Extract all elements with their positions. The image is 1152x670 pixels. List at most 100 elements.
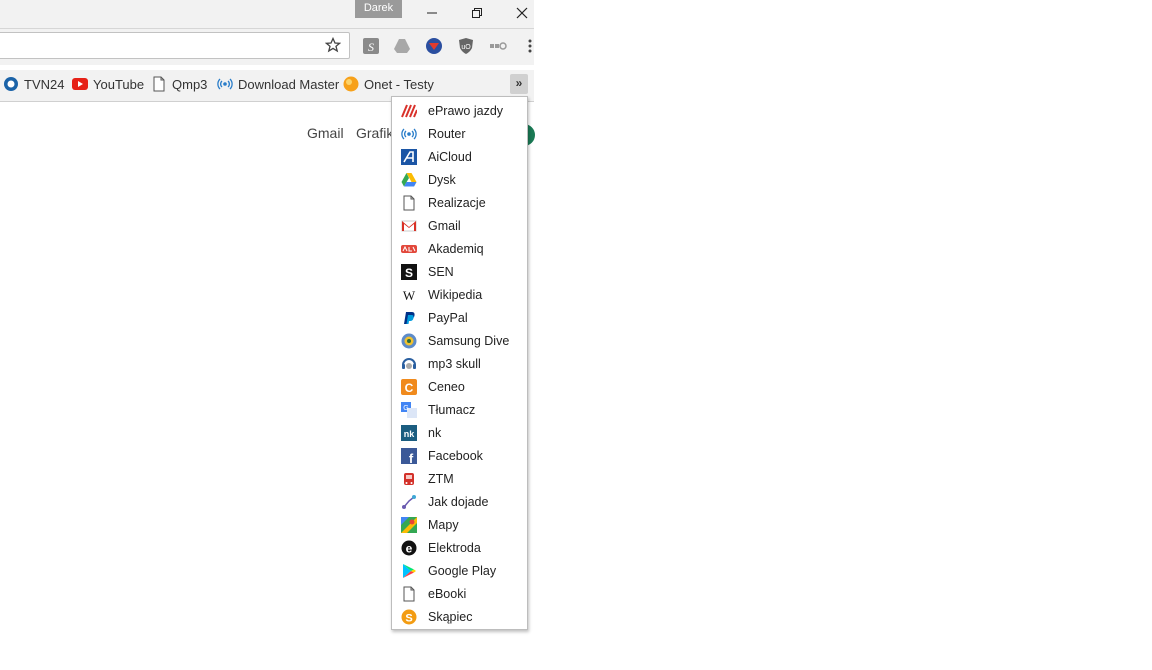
tvn24-icon: [3, 76, 19, 92]
wikipedia-icon: W: [401, 287, 417, 303]
menu-item-label: Tłumacz: [428, 403, 476, 417]
bookmark-label: Onet - Testy: [364, 76, 434, 92]
menu-item-sen[interactable]: S SEN: [392, 261, 527, 284]
bookmark-label: Qmp3: [172, 76, 208, 92]
address-bar[interactable]: [0, 32, 350, 59]
menu-item-mp3-skull[interactable]: mp3 skull: [392, 353, 527, 376]
akademiq-icon: [401, 241, 417, 257]
menu-item-ebooki[interactable]: eBooki: [392, 583, 527, 606]
menu-item-label: Dysk: [428, 173, 456, 187]
ztm-icon: [401, 471, 417, 487]
nk-icon: nk: [401, 425, 417, 441]
star-icon[interactable]: [325, 37, 341, 53]
menu-item-router[interactable]: Router: [392, 123, 527, 146]
svg-text:nk: nk: [404, 429, 415, 439]
minimize-button[interactable]: [410, 0, 454, 26]
samsung-icon: [401, 333, 417, 349]
browser-window: Darek S uO TVN24 YouTube Qmp3 Download M…: [0, 0, 535, 670]
ceneo-icon: C: [401, 379, 417, 395]
svg-text:W: W: [403, 288, 416, 303]
page-icon: [401, 586, 417, 602]
maps-icon: [401, 517, 417, 533]
menu-item-eprawo-jazdy[interactable]: ePrawo jazdy: [392, 100, 527, 123]
bookmark-label: TVN24: [24, 76, 65, 92]
svg-text:S: S: [405, 613, 412, 625]
bookmark-label: YouTube: [93, 76, 145, 92]
sen-icon: S: [401, 264, 417, 280]
menu-kebab-icon[interactable]: [522, 37, 540, 55]
menu-item-label: Samsung Dive: [428, 334, 510, 348]
route-icon: [401, 494, 417, 510]
menu-item-gmail[interactable]: Gmail: [392, 215, 527, 238]
menu-item-realizacje[interactable]: Realizacje: [392, 192, 527, 215]
menu-item-ceneo[interactable]: C Ceneo: [392, 376, 527, 399]
menu-item-label: Router: [428, 127, 466, 141]
menu-item-tlumacz[interactable]: G Tłumacz: [392, 399, 527, 422]
gmail-link[interactable]: Gmail: [307, 125, 344, 141]
bookmark-download-master[interactable]: Download Master: [217, 70, 339, 98]
paypal-icon: [401, 310, 417, 326]
grafika-link[interactable]: Grafik: [356, 125, 393, 141]
menu-item-paypal[interactable]: PayPal: [392, 307, 527, 330]
page-icon: [151, 76, 167, 92]
restore-icon: [472, 8, 482, 18]
menu-item-label: Jak dojade: [428, 495, 489, 509]
menu-item-aicloud[interactable]: AiCloud: [392, 146, 527, 169]
menu-item-label: Elektroda: [428, 541, 481, 555]
svg-text:G: G: [403, 405, 408, 412]
svg-text:C: C: [405, 381, 414, 395]
profile-button[interactable]: Darek: [355, 0, 402, 18]
elektroda-icon: e: [401, 540, 417, 556]
menu-item-label: Mapy: [428, 518, 459, 532]
skapiec-icon: S: [401, 609, 417, 625]
stylish-extension-icon[interactable]: S: [362, 37, 380, 55]
menu-item-wikipedia[interactable]: W Wikipedia: [392, 284, 527, 307]
mp3skull-icon: [401, 356, 417, 372]
menu-item-label: Google Play: [428, 564, 497, 578]
menu-item-label: PayPal: [428, 311, 468, 325]
menu-item-dysk[interactable]: Dysk: [392, 169, 527, 192]
svg-text:e: e: [406, 542, 413, 556]
bookmark-tvn24[interactable]: TVN24: [3, 70, 64, 98]
minimize-icon: [427, 12, 437, 14]
menu-item-samsung-dive[interactable]: Samsung Dive: [392, 330, 527, 353]
menu-item-label: Gmail: [428, 219, 461, 233]
ublock-extension-icon[interactable]: uO: [457, 37, 475, 55]
restore-button[interactable]: [455, 0, 499, 26]
menu-item-label: ZTM: [428, 472, 454, 486]
gmail-icon: [401, 218, 417, 234]
menu-item-google-play[interactable]: Google Play: [392, 560, 527, 583]
bookmark-qmp3[interactable]: Qmp3: [151, 70, 207, 98]
menu-item-label: AiCloud: [428, 150, 472, 164]
menu-item-mapy[interactable]: Mapy: [392, 514, 527, 537]
bookmarks-overflow-menu: ePrawo jazdy Router AiCloud Dysk Realiza: [391, 96, 528, 630]
menu-item-skapiec[interactable]: S Skąpiec: [392, 606, 527, 629]
menu-item-label: Facebook: [428, 449, 483, 463]
menu-item-label: eBooki: [428, 587, 467, 601]
toolbar: S uO: [0, 29, 534, 65]
menu-item-label: nk: [428, 426, 442, 440]
bookmark-youtube[interactable]: YouTube: [72, 70, 144, 98]
bookmark-onet-testy[interactable]: Onet - Testy: [343, 70, 434, 98]
translate-icon: G: [401, 402, 417, 418]
close-button[interactable]: [500, 0, 544, 26]
bookmarks-overflow-button[interactable]: »: [510, 74, 528, 94]
play-icon: [401, 563, 417, 579]
menu-item-label: SEN: [428, 265, 454, 279]
menu-item-facebook[interactable]: f Facebook: [392, 445, 527, 468]
broadcast-icon: [401, 126, 417, 142]
menu-item-akademiq[interactable]: Akademiq: [392, 238, 527, 261]
broadcast-icon: [217, 76, 233, 92]
menu-item-nk[interactable]: nk nk: [392, 422, 527, 445]
menu-item-elektroda[interactable]: e Elektroda: [392, 537, 527, 560]
menu-item-jak-dojade[interactable]: Jak dojade: [392, 491, 527, 514]
menu-item-label: Skąpiec: [428, 610, 473, 624]
menu-item-label: Realizacje: [428, 196, 486, 210]
extension-icon[interactable]: [489, 37, 507, 55]
menu-item-label: mp3 skull: [428, 357, 481, 371]
drive-icon: [401, 172, 417, 188]
menu-item-ztm[interactable]: ZTM: [392, 468, 527, 491]
menu-item-label: ePrawo jazdy: [428, 104, 504, 118]
drive-extension-icon[interactable]: [393, 37, 411, 55]
security-extension-icon[interactable]: [425, 37, 443, 55]
